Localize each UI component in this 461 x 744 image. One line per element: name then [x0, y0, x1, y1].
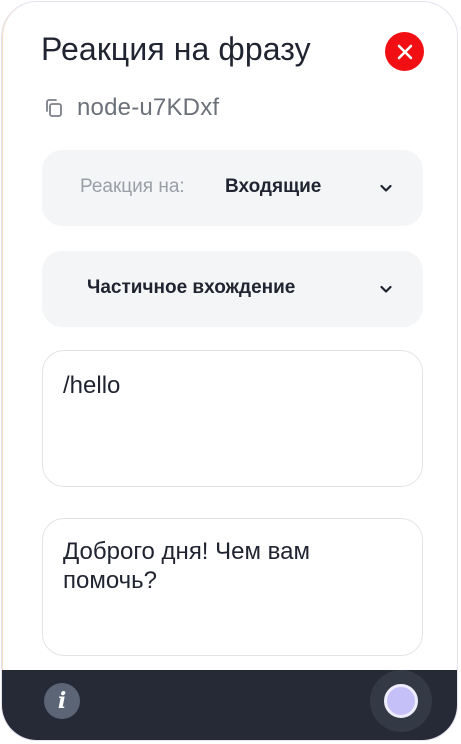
record-icon — [384, 684, 418, 718]
reaction-type-label: Реакция на: — [80, 176, 185, 197]
reaction-type-select[interactable]: Реакция на: Входящие — [42, 150, 423, 226]
record-button[interactable] — [370, 670, 432, 732]
close-icon — [397, 44, 412, 59]
node-id-row: node-u7KDxf — [43, 94, 219, 122]
reaction-node-panel: Реакция на фразу node-u7KDxf Реакция на:… — [1, 1, 458, 741]
close-button[interactable] — [385, 32, 424, 71]
match-mode-select[interactable]: Частичное вхождение — [42, 251, 423, 327]
response-input[interactable]: Доброго дня! Чем вам помочь? — [42, 518, 423, 656]
info-icon: i — [57, 688, 67, 714]
chevron-down-icon — [380, 184, 392, 192]
copy-icon[interactable] — [43, 97, 65, 119]
panel-title: Реакция на фразу — [41, 31, 311, 67]
reaction-type-value: Входящие — [225, 176, 322, 197]
panel-footer: i — [2, 670, 457, 740]
info-button[interactable]: i — [44, 683, 80, 719]
node-id: node-u7KDxf — [77, 94, 220, 121]
phrase-input[interactable]: /hello — [42, 350, 423, 487]
match-mode-value: Частичное вхождение — [87, 277, 296, 298]
chevron-down-icon — [380, 285, 392, 293]
